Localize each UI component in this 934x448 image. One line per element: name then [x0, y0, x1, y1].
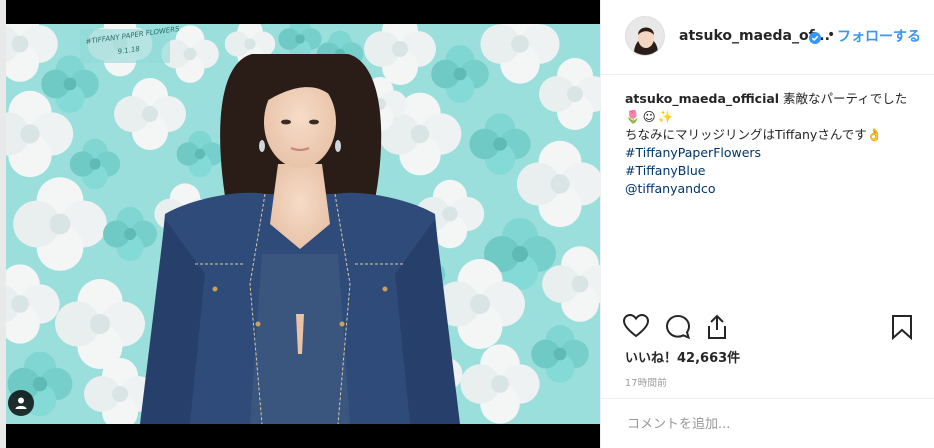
post-caption: atsuko_maeda_official 素敵なパーティでした 🌷☺✨ ちなみ…: [625, 90, 925, 198]
handwritten-card: #TIFFANY PAPER FLOWERS 9.1.18: [80, 25, 181, 63]
header-separator: •: [827, 27, 836, 43]
comment-icon[interactable]: [665, 314, 691, 344]
tagged-user-icon[interactable]: [8, 390, 34, 416]
avatar[interactable]: [625, 16, 665, 56]
bookmark-icon[interactable]: [891, 314, 913, 344]
post-header: atsuko_maeda_of... • フォローする: [601, 0, 934, 75]
caption-username[interactable]: atsuko_maeda_official: [625, 91, 779, 106]
verified-badge-icon: [809, 29, 821, 48]
follow-button[interactable]: フォローする: [837, 26, 921, 46]
caption-line-2: ちなみにマリッジリングはTiffanyさんです👌: [625, 127, 883, 142]
caption-text: 素敵なパーティでした: [779, 91, 908, 106]
header-username[interactable]: atsuko_maeda_of...: [679, 28, 830, 44]
post-sidebar: atsuko_maeda_of... • フォローする atsuko_maeda…: [600, 0, 934, 448]
share-icon[interactable]: [705, 314, 729, 344]
left-edge: [0, 0, 6, 448]
comment-box: [601, 398, 934, 448]
post-photo[interactable]: #TIFFANY PAPER FLOWERS 9.1.18: [0, 24, 600, 424]
mention-link[interactable]: @tiffanyandco: [625, 180, 925, 198]
caption-emojis: 🌷☺✨: [625, 109, 676, 124]
post-timestamp[interactable]: 17時間前: [625, 375, 667, 389]
avatar-image: [626, 17, 664, 55]
hashtag-link[interactable]: #TiffanyPaperFlowers: [625, 144, 925, 162]
likes-count[interactable]: いいね！42,663件: [625, 347, 740, 366]
hashtag-link[interactable]: #TiffanyBlue: [625, 162, 925, 180]
post-actions: [622, 313, 923, 344]
photo-frame: #TIFFANY PAPER FLOWERS 9.1.18: [0, 0, 600, 448]
photo-illustration: #TIFFANY PAPER FLOWERS 9.1.18: [0, 24, 600, 424]
person-icon: [15, 397, 27, 409]
heart-icon[interactable]: [622, 313, 650, 342]
comment-input[interactable]: [625, 413, 909, 435]
